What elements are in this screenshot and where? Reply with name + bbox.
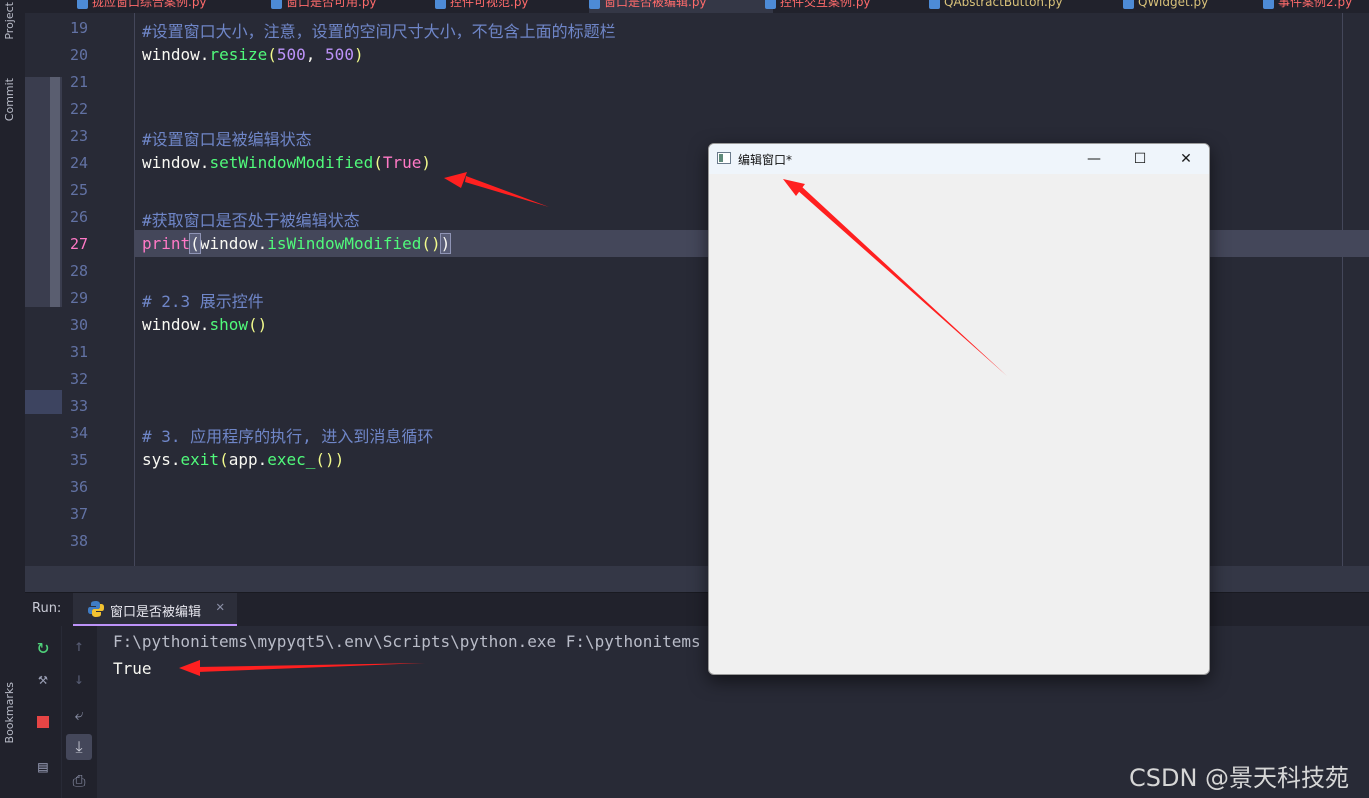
qt-edit-window[interactable]: 编辑窗口* — ☐ ✕ [708,143,1210,675]
watermark: CSDN @景天科技苑 [1129,764,1350,792]
arrow-to-window-title [796,185,1007,376]
annotation-arrow-in-window [783,179,1007,376]
arrow-to-setwindowmodified [465,176,549,207]
arrow-head-icon [179,660,200,676]
arrow-head-icon [444,172,467,188]
arrow-to-console-output [197,663,425,672]
